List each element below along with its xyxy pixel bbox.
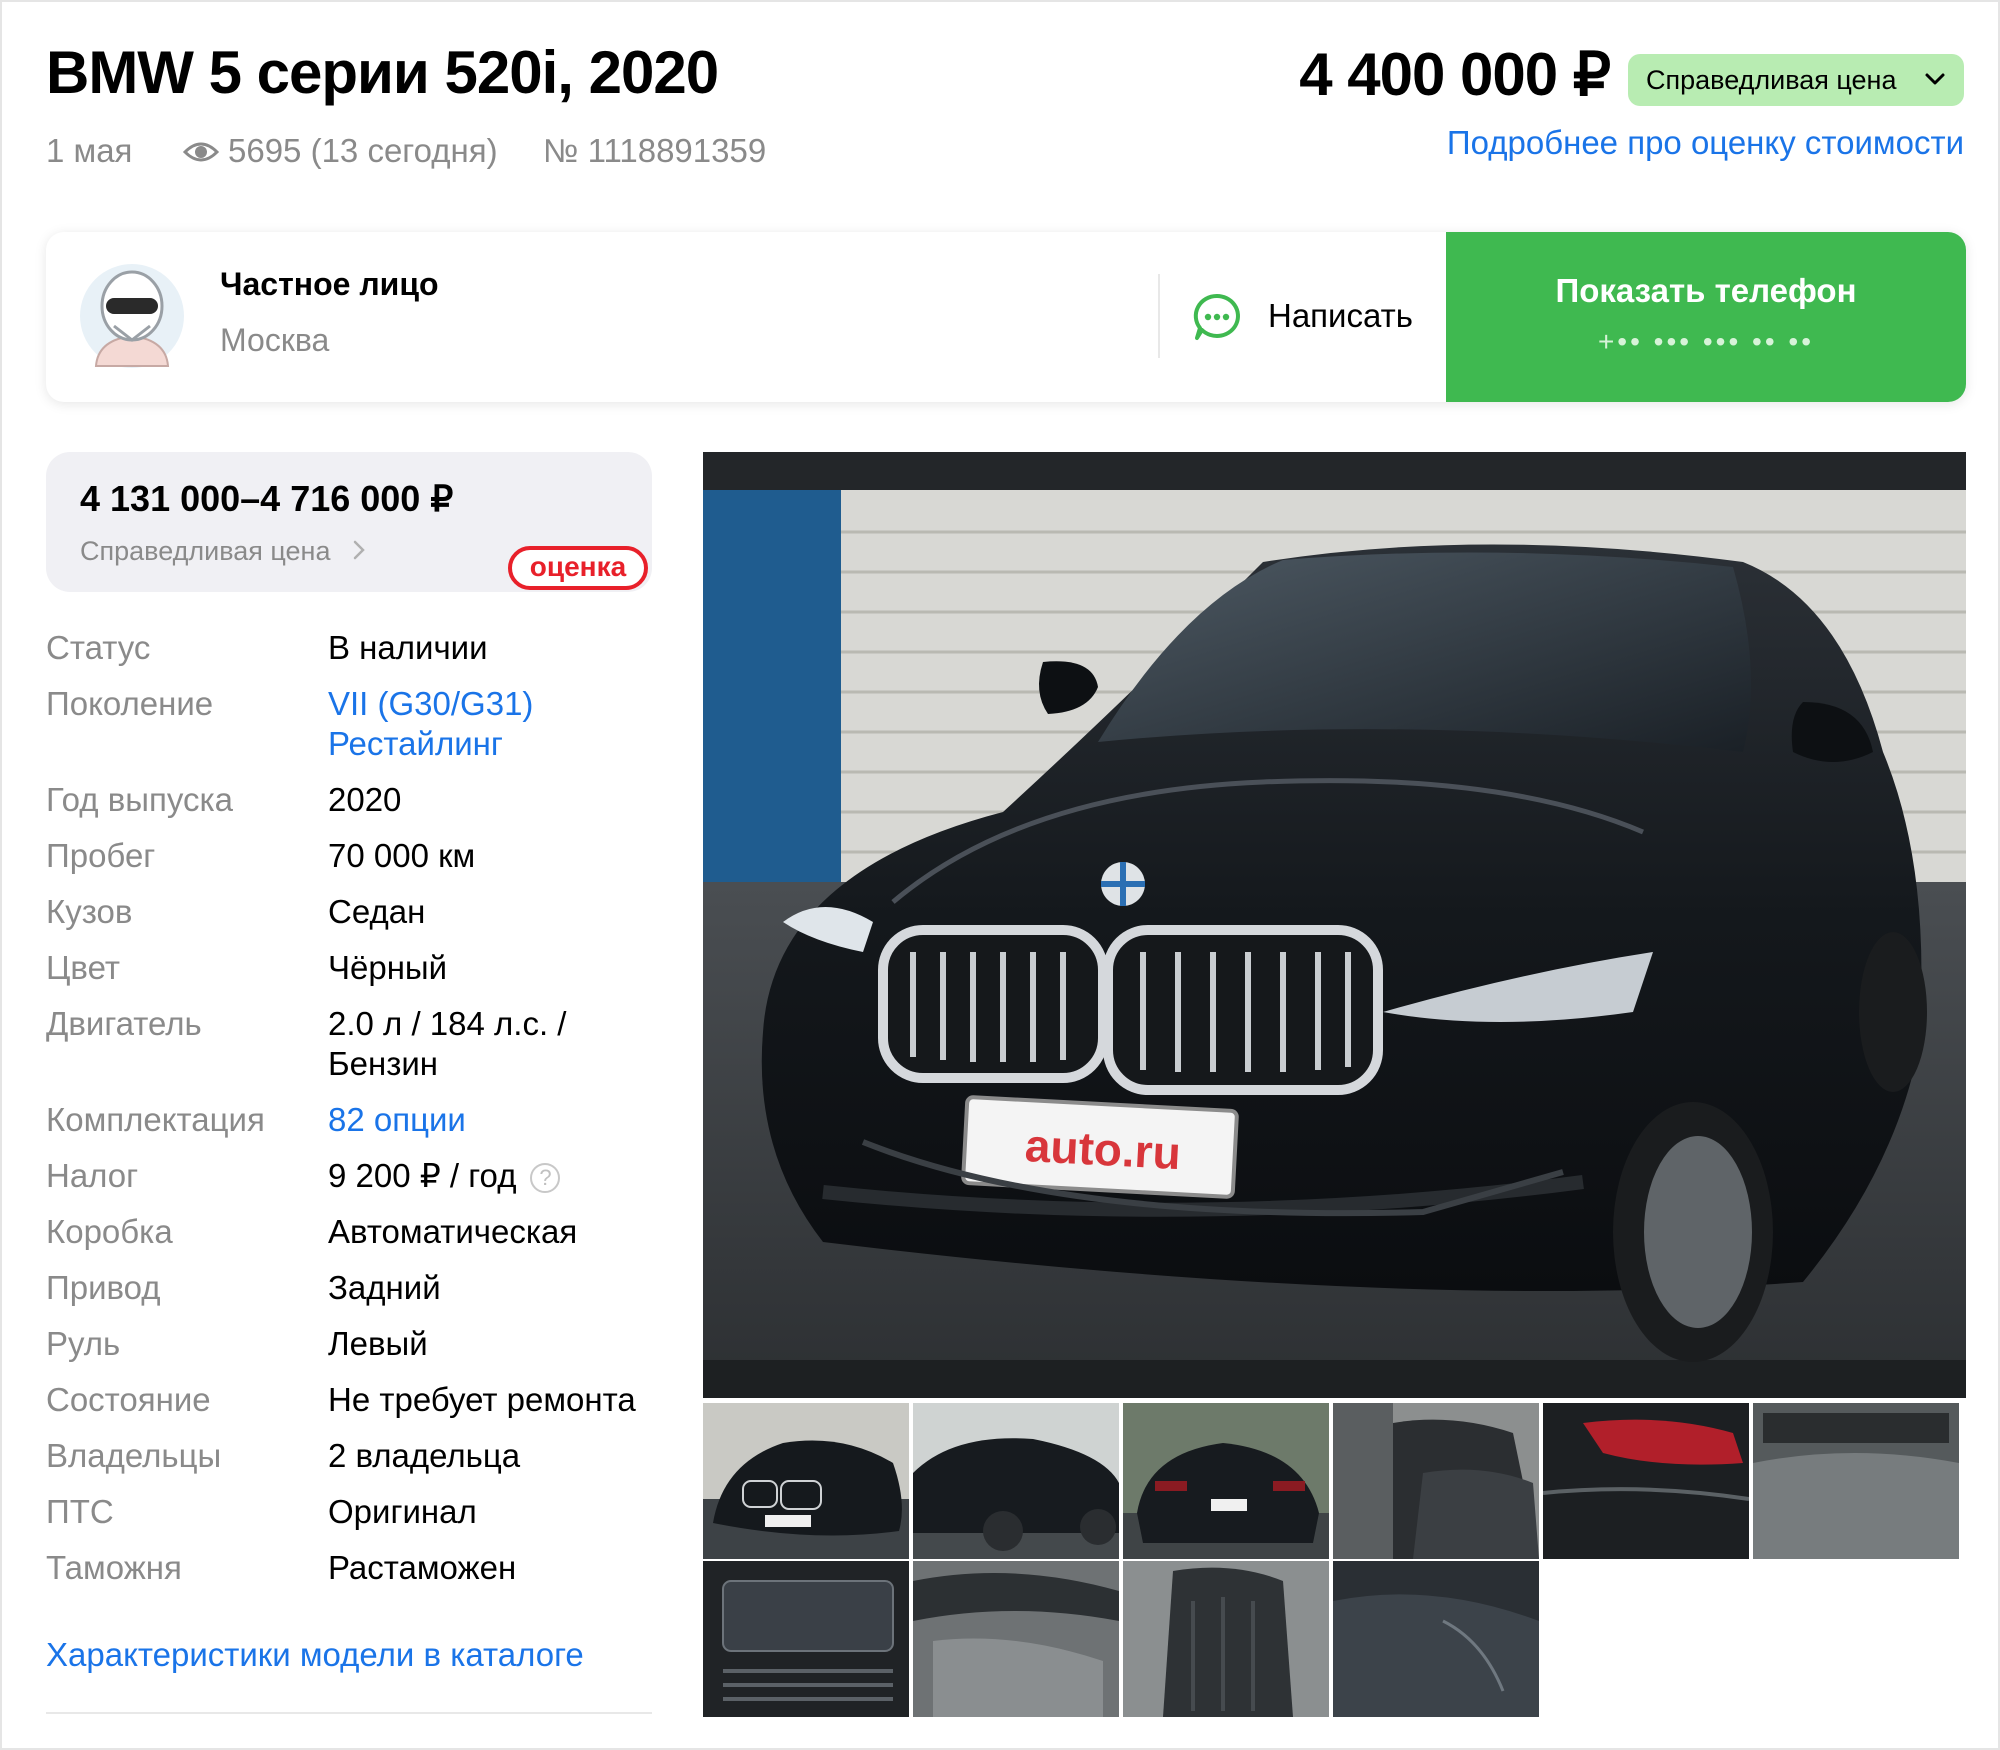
spec-row: Коробка Автоматическая xyxy=(46,1212,666,1252)
fair-price-badge[interactable]: Справедливая цена xyxy=(1628,54,1964,106)
listing-date: 1 мая xyxy=(46,132,133,169)
spec-label: Пробег xyxy=(46,837,156,874)
thumbnail-image xyxy=(1123,1403,1329,1559)
spec-label: Коробка xyxy=(46,1213,173,1250)
tax-value-wrap: 9 200 ₽ / год? xyxy=(328,1156,658,1196)
thumbnail-image xyxy=(1333,1403,1539,1559)
thumbnail-image xyxy=(1543,1403,1749,1559)
spec-label: Состояние xyxy=(46,1381,211,1418)
spec-label: Таможня xyxy=(46,1549,182,1586)
chat-icon[interactable] xyxy=(1192,292,1242,342)
spec-row: Комплектация 82 опции xyxy=(46,1100,666,1140)
thumbnail-image xyxy=(703,1561,909,1717)
spec-row: Руль Левый xyxy=(46,1324,666,1364)
spec-value: Задний xyxy=(328,1269,441,1306)
thumbnail-interior-seats[interactable] xyxy=(1333,1403,1539,1559)
spec-value: Седан xyxy=(328,893,426,930)
write-message-button[interactable]: Написать xyxy=(1268,297,1413,335)
avatar[interactable] xyxy=(78,262,186,370)
thumbnail-image xyxy=(913,1403,1119,1559)
spec-value: Чёрный xyxy=(328,949,448,986)
thumbnail-door-panel[interactable] xyxy=(913,1561,1119,1717)
eye-icon xyxy=(183,142,219,162)
spec-value: 2 владельца xyxy=(328,1437,521,1474)
spec-label: Статус xyxy=(46,629,151,666)
spec-row: Поколение VII (G30/G31) Рестайлинг xyxy=(46,684,666,764)
main-car-photo[interactable]: auto.ru xyxy=(703,452,1966,1398)
divider xyxy=(1158,274,1160,358)
seller-type: Частное лицо xyxy=(220,266,439,302)
views-count: 5695 (13 сегодня) xyxy=(228,132,498,169)
chevron-right-icon xyxy=(353,540,365,560)
thumbnail-seat[interactable] xyxy=(1123,1561,1329,1717)
thumbnail-car-rear[interactable] xyxy=(1123,1403,1329,1559)
thumbnail-image xyxy=(703,1403,909,1559)
spec-value: Автоматическая xyxy=(328,1213,578,1250)
show-phone-label: Показать телефон xyxy=(1555,272,1857,309)
spec-value: Не требует ремонта xyxy=(328,1381,636,1418)
thumbnail-dashboard-screen[interactable] xyxy=(703,1561,909,1717)
show-phone-button[interactable]: Показать телефон +•• ••• ••• •• •• xyxy=(1446,232,1966,402)
spec-row: Двигатель 2.0 л / 184 л.с. / Бензин xyxy=(46,1004,666,1084)
spec-row: Цвет Чёрный xyxy=(46,948,666,988)
price: 4 400 000 ₽ xyxy=(1299,41,1611,108)
divider xyxy=(46,1712,652,1714)
spec-row: Кузов Седан xyxy=(46,892,666,932)
thumbnail-body-panel[interactable] xyxy=(1333,1561,1539,1717)
masked-phone: +•• ••• ••• •• •• xyxy=(1597,326,1815,357)
plate-logo: auto.ru xyxy=(1024,1119,1182,1179)
spec-value: 70 000 км xyxy=(328,837,476,874)
spec-row: Привод Задний xyxy=(46,1268,666,1308)
thumbnail-car-front[interactable] xyxy=(703,1403,909,1559)
spec-row: Статус В наличии xyxy=(46,628,666,668)
spec-label: Двигатель xyxy=(46,1005,202,1042)
specs-list: Статус В наличии Поколение VII (G30/G31)… xyxy=(46,628,666,1604)
spec-value: Растаможен xyxy=(328,1549,517,1586)
spec-row: Год выпуска 2020 xyxy=(46,780,666,820)
spec-value: 2.0 л / 184 л.с. / Бензин xyxy=(328,1005,567,1082)
catalog-link[interactable]: Характеристики модели в каталоге xyxy=(46,1636,584,1674)
spec-value: В наличии xyxy=(328,629,488,666)
estimate-range: 4 131 000–4 716 000 ₽ xyxy=(80,478,454,519)
price-estimate-link[interactable]: Подробнее про оценку стоимости xyxy=(1447,124,1964,162)
chevron-down-icon xyxy=(1925,73,1945,85)
spec-row: Состояние Не требует ремонта xyxy=(46,1380,666,1420)
spec-label: Комплектация xyxy=(46,1101,265,1138)
spec-label: Налог xyxy=(46,1157,139,1194)
spec-value: Левый xyxy=(328,1325,428,1362)
page-title: BMW 5 серии 520i, 2020 xyxy=(46,39,719,106)
thumbnail-image xyxy=(1333,1561,1539,1717)
help-icon[interactable]: ? xyxy=(530,1163,561,1194)
spec-label: Владельцы xyxy=(46,1437,222,1474)
spec-label: ПТС xyxy=(46,1493,114,1530)
spec-label: Поколение xyxy=(46,685,214,722)
options-link[interactable]: 82 опции xyxy=(328,1100,658,1140)
spec-value: 2020 xyxy=(328,781,402,818)
thumbnail-image xyxy=(1753,1403,1959,1559)
thumbnail-image xyxy=(1123,1561,1329,1717)
thumbnail-floor[interactable] xyxy=(1753,1403,1959,1559)
spec-value: Оригинал xyxy=(328,1493,477,1530)
spec-label: Цвет xyxy=(46,949,120,986)
spec-row: Таможня Растаможен xyxy=(46,1548,666,1588)
spec-label: Кузов xyxy=(46,893,133,930)
ocenka-badge: оценка xyxy=(508,546,648,590)
fair-price-badge-label: Справедливая цена xyxy=(1646,64,1897,95)
spec-row: ПТС Оригинал xyxy=(46,1492,666,1532)
thumbnail-car-side[interactable] xyxy=(913,1403,1119,1559)
spec-row: Пробег 70 000 км xyxy=(46,836,666,876)
spec-label: Привод xyxy=(46,1269,161,1306)
spec-row: Налог 9 200 ₽ / год? xyxy=(46,1156,666,1196)
spec-row: Владельцы 2 владельца xyxy=(46,1436,666,1476)
thumbnail-image xyxy=(913,1561,1119,1717)
thumbnail-tail-light[interactable] xyxy=(1543,1403,1749,1559)
listing-number: № 1118891359 xyxy=(543,132,767,169)
spec-value: 9 200 ₽ / год xyxy=(328,1157,517,1194)
generation-link[interactable]: VII (G30/G31) Рестайлинг xyxy=(328,684,548,764)
spec-label: Год выпуска xyxy=(46,781,233,818)
estimate-label: Справедливая цена xyxy=(80,536,331,566)
spec-label: Руль xyxy=(46,1325,121,1362)
seller-city: Москва xyxy=(220,322,330,358)
